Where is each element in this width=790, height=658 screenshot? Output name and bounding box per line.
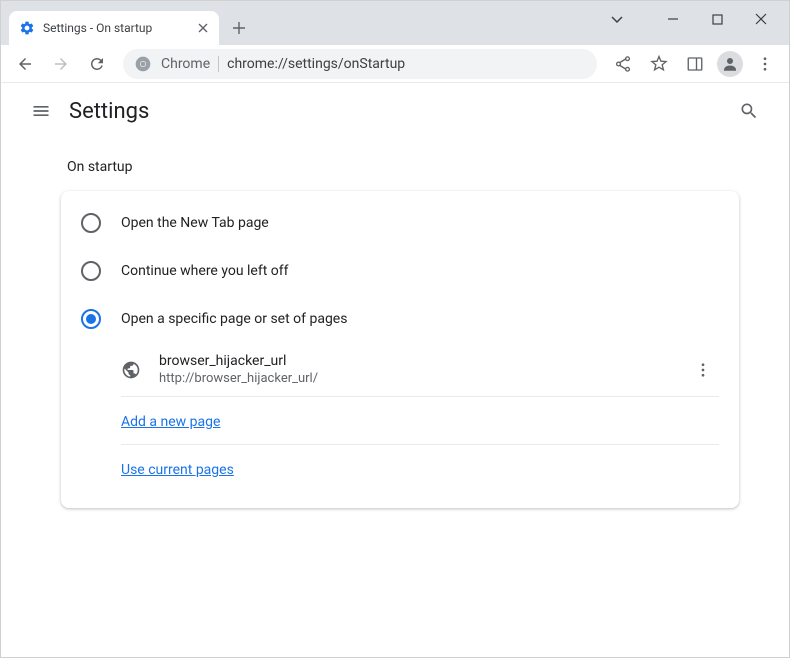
browser-toolbar: Chrome chrome://settings/onStartup [1, 45, 789, 83]
radio-icon [81, 213, 101, 233]
bookmark-button[interactable] [643, 48, 675, 80]
page-more-menu-icon[interactable] [687, 354, 719, 386]
startup-page-info: browser_hijacker_url http://browser_hija… [159, 353, 687, 386]
section-title: On startup [61, 159, 739, 175]
close-window-button[interactable] [739, 4, 783, 34]
close-icon[interactable] [195, 20, 211, 36]
kebab-menu-icon[interactable] [749, 48, 781, 80]
sidepanel-button[interactable] [679, 48, 711, 80]
forward-button[interactable] [45, 48, 77, 80]
reload-button[interactable] [81, 48, 113, 80]
chevron-down-icon[interactable] [595, 4, 639, 34]
window-controls [595, 1, 789, 45]
chrome-icon [135, 56, 151, 72]
omnibox-url-text: chrome://settings/onStartup [227, 56, 405, 72]
radio-label: Open a specific page or set of pages [121, 311, 347, 327]
startup-page-row: browser_hijacker_url http://browser_hija… [121, 343, 719, 397]
radio-option-specific-pages[interactable]: Open a specific page or set of pages [61, 295, 739, 343]
radio-label: Open the New Tab page [121, 215, 269, 231]
profile-avatar[interactable] [717, 51, 743, 77]
radio-option-continue[interactable]: Continue where you left off [61, 247, 739, 295]
use-current-row: Use current pages [121, 445, 719, 492]
radio-label: Continue where you left off [121, 263, 289, 279]
minimize-button[interactable] [651, 4, 695, 34]
gear-icon [19, 20, 35, 36]
browser-tab[interactable]: Settings - On startup [9, 11, 219, 45]
share-button[interactable] [607, 48, 639, 80]
startup-page-title: browser_hijacker_url [159, 353, 687, 369]
add-new-page-link[interactable]: Add a new page [121, 414, 220, 430]
radio-option-new-tab[interactable]: Open the New Tab page [61, 199, 739, 247]
window-titlebar: Settings - On startup [1, 1, 789, 45]
maximize-button[interactable] [695, 4, 739, 34]
startup-pages-list: browser_hijacker_url http://browser_hija… [121, 343, 719, 492]
settings-content: On startup Open the New Tab page Continu… [1, 139, 789, 508]
startup-page-url: http://browser_hijacker_url/ [159, 371, 687, 386]
omnibox-scheme: Chrome [161, 56, 210, 72]
settings-header: Settings [1, 83, 789, 139]
use-current-pages-link[interactable]: Use current pages [121, 462, 234, 478]
radio-icon [81, 261, 101, 281]
hamburger-menu-icon[interactable] [21, 91, 61, 131]
address-bar[interactable]: Chrome chrome://settings/onStartup [123, 49, 597, 79]
back-button[interactable] [9, 48, 41, 80]
search-icon[interactable] [729, 91, 769, 131]
new-tab-button[interactable] [225, 14, 253, 42]
page-title: Settings [69, 99, 149, 124]
omnibox-separator [218, 56, 219, 72]
globe-icon [121, 360, 141, 380]
add-page-row: Add a new page [121, 397, 719, 445]
startup-card: Open the New Tab page Continue where you… [61, 191, 739, 508]
radio-icon [81, 309, 101, 329]
tab-title-text: Settings - On startup [43, 21, 195, 35]
